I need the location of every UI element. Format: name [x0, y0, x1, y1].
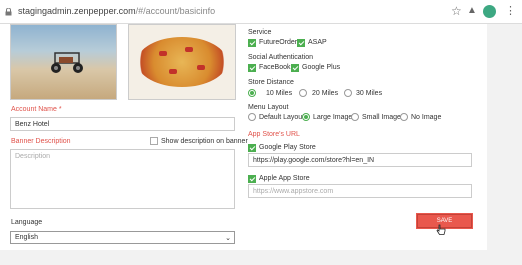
- no-image-label: No Image: [411, 114, 442, 121]
- language-label: Language: [11, 219, 43, 226]
- star-icon[interactable]: ☆: [451, 4, 462, 18]
- distance-20-radio[interactable]: [299, 89, 307, 97]
- description-placeholder: Description: [15, 153, 51, 160]
- url-text[interactable]: stagingadmin.zenpepper.com/#/account/bas…: [18, 6, 215, 16]
- show-description-label: Show description on banner: [161, 138, 248, 145]
- apple-store-url-input[interactable]: https://www.appstore.com: [248, 184, 472, 198]
- small-image-label: Small Image: [362, 114, 401, 121]
- url-host: stagingadmin.zenpepper.com: [18, 6, 136, 16]
- banner-image-food[interactable]: [128, 24, 236, 100]
- asap-checkbox[interactable]: [297, 39, 305, 47]
- social-auth-label: Social Authentication: [248, 54, 313, 61]
- distance-10-label: 10 Miles: [266, 90, 293, 97]
- account-name-label-text: Account Name: [11, 106, 57, 113]
- service-label: Service: [248, 29, 272, 36]
- small-image-radio[interactable]: [351, 113, 359, 121]
- menu-icon[interactable]: ⋮: [505, 4, 516, 17]
- apple-store-checkbox[interactable]: [248, 175, 256, 183]
- language-value: English: [15, 234, 38, 241]
- facebook-label: FaceBook: [259, 64, 291, 71]
- google-play-checkbox[interactable]: [248, 144, 256, 152]
- browser-address-bar: stagingadmin.zenpepper.com/#/account/bas…: [0, 0, 522, 24]
- menu-layout-label: Menu Layout: [248, 104, 289, 111]
- extension-icon[interactable]: ▲: [467, 5, 477, 16]
- asap-label: ASAP: [308, 39, 327, 46]
- distance-10-radio[interactable]: [248, 89, 256, 97]
- account-name-label: Account Name *: [11, 106, 62, 113]
- no-image-radio[interactable]: [400, 113, 408, 121]
- apple-store-label: Apple App Store: [259, 175, 310, 182]
- default-layout-radio[interactable]: [248, 113, 256, 121]
- distance-30-label: 30 Miles: [356, 90, 383, 97]
- url-path: /#/account/basicinfo: [135, 6, 216, 16]
- language-select[interactable]: English ⌄: [10, 231, 235, 244]
- store-distance-label: Store Distance: [248, 79, 294, 86]
- large-image-label: Large Image: [313, 114, 353, 121]
- dune-buggy-picture: [51, 52, 83, 73]
- banner-description-textarea[interactable]: Description: [10, 149, 235, 209]
- food-plate-picture: [137, 37, 227, 87]
- banner-description-label: Banner Description: [11, 138, 71, 145]
- large-image-radio[interactable]: [302, 113, 310, 121]
- apple-store-placeholder: https://www.appstore.com: [253, 188, 334, 195]
- google-plus-label: Google Plus: [302, 64, 341, 71]
- account-image-buggy[interactable]: [10, 24, 117, 100]
- google-play-label: Google Play Store: [259, 144, 316, 151]
- account-basic-info-card: Account Name * Benz Hotel Banner Descrip…: [0, 24, 487, 250]
- distance-20-label: 20 Miles: [312, 90, 339, 97]
- chevron-down-icon: ⌄: [225, 235, 231, 242]
- profile-icon[interactable]: [483, 5, 496, 18]
- account-name-input[interactable]: Benz Hotel: [10, 117, 235, 131]
- futureorder-checkbox[interactable]: [248, 39, 256, 47]
- app-store-url-label: App Store's URL: [248, 131, 300, 138]
- google-plus-checkbox[interactable]: [291, 64, 299, 72]
- required-mark: *: [58, 106, 62, 113]
- distance-30-radio[interactable]: [344, 89, 352, 97]
- default-layout-label: Default Layout: [259, 114, 305, 121]
- futureorder-label: FutureOrder: [259, 39, 298, 46]
- google-play-url-input[interactable]: https://play.google.com/store?hl=en_IN: [248, 153, 472, 167]
- lock-icon: [5, 8, 12, 16]
- hand-cursor-icon: [436, 224, 446, 235]
- show-description-checkbox[interactable]: [150, 137, 158, 145]
- facebook-checkbox[interactable]: [248, 64, 256, 72]
